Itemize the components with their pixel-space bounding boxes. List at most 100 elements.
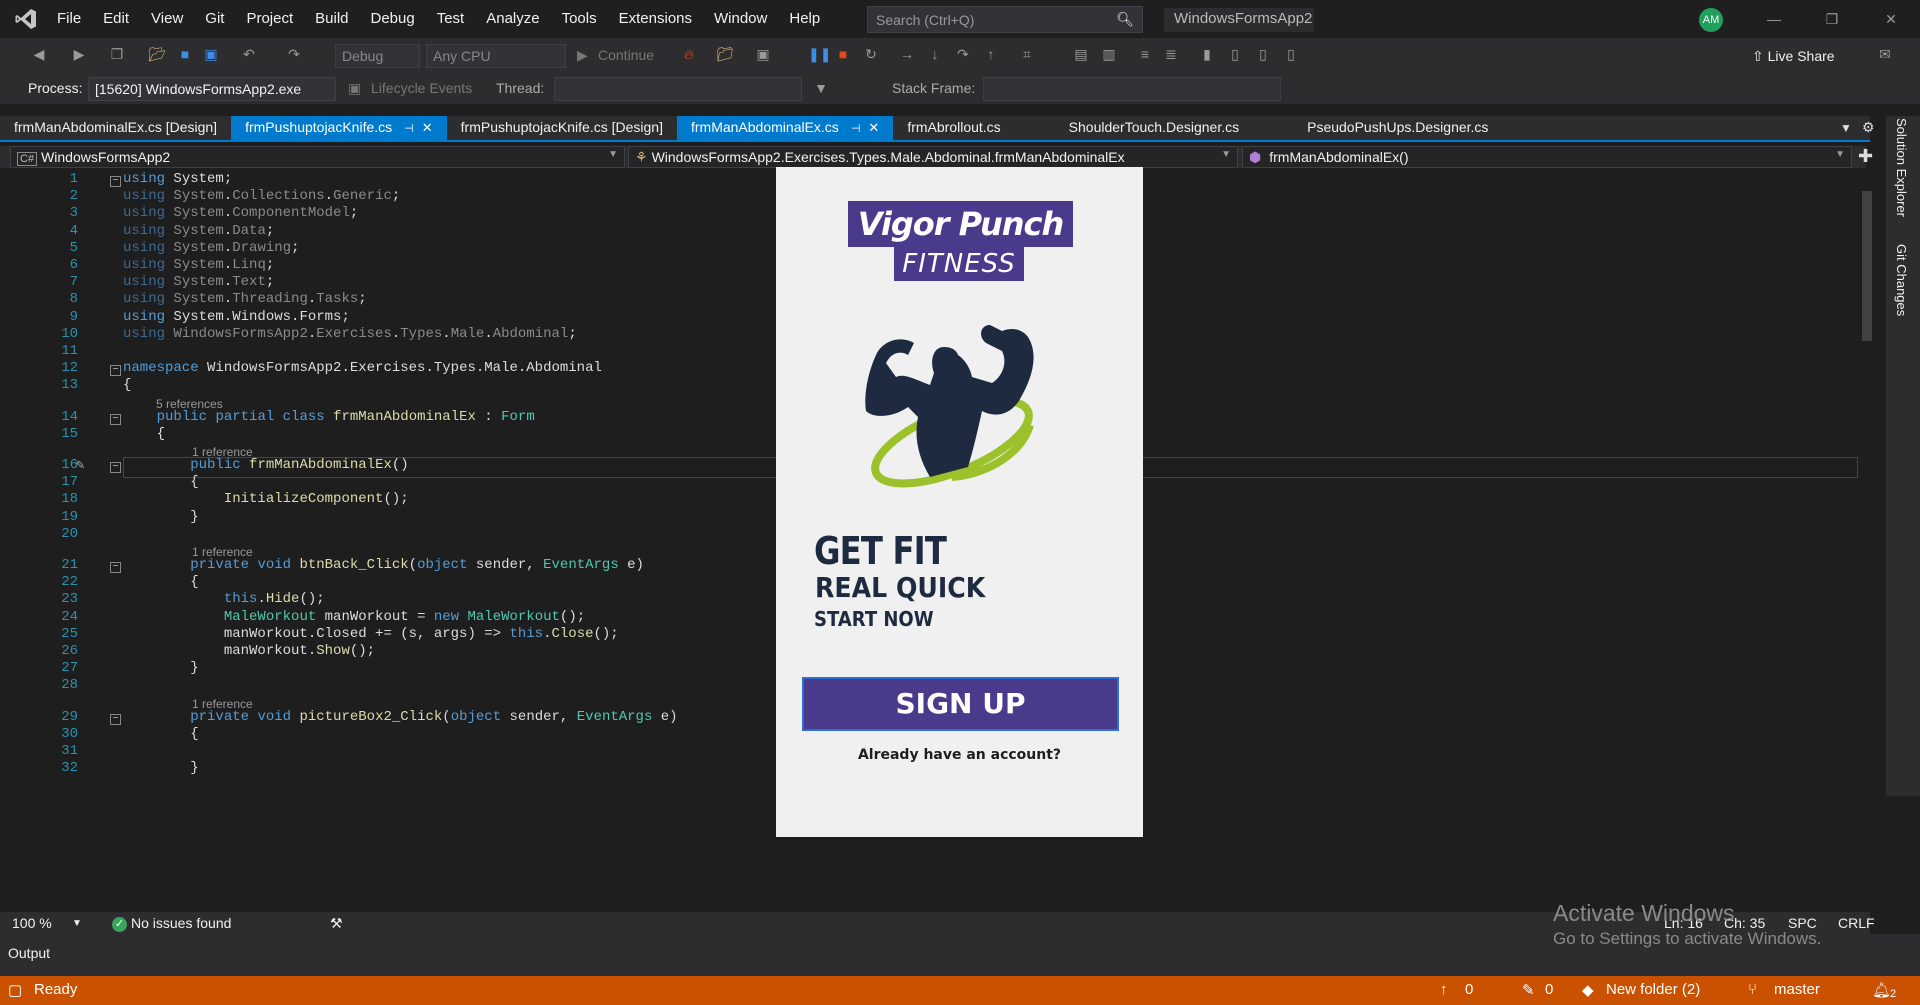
- notifications-count[interactable]: 2: [1890, 988, 1896, 1000]
- document-tab[interactable]: PseudoPushUps.Designer.cs: [1293, 116, 1502, 140]
- sign-up-button[interactable]: SIGN UP: [802, 677, 1119, 731]
- commits-count[interactable]: 0: [1465, 981, 1473, 998]
- search-input[interactable]: Search (Ctrl+Q) 🔍︎: [867, 6, 1143, 33]
- clear-bookmarks-icon[interactable]: ▯: [1282, 46, 1300, 64]
- menu-help[interactable]: Help: [778, 0, 831, 38]
- outdent-icon[interactable]: ≡: [1136, 46, 1154, 64]
- bookmark-icon[interactable]: ▮: [1198, 46, 1216, 64]
- collapse-icon[interactable]: −: [110, 413, 121, 425]
- notifications-icon[interactable]: 🔔︎: [1872, 981, 1891, 999]
- live-share-button[interactable]: ⇧ Live Share: [1752, 48, 1835, 65]
- repo-icon[interactable]: ◆: [1582, 981, 1594, 999]
- properties-icon[interactable]: ▥: [1100, 46, 1118, 64]
- back-icon[interactable]: ◀: [30, 46, 48, 64]
- play-icon[interactable]: ▶: [577, 47, 588, 64]
- chevron-down-icon[interactable]: ▼: [72, 918, 82, 929]
- prev-bookmark-icon[interactable]: ▯: [1226, 46, 1244, 64]
- scrollbar-thumb[interactable]: [1862, 191, 1872, 341]
- configuration-select[interactable]: Debug: [335, 44, 420, 68]
- menu-debug[interactable]: Debug: [360, 0, 426, 38]
- toolbox-icon[interactable]: ▤: [1072, 46, 1090, 64]
- solution-explorer-tab[interactable]: Solution Explorer: [1894, 118, 1909, 217]
- menu-build[interactable]: Build: [304, 0, 359, 38]
- pencil-icon[interactable]: ✎: [1522, 981, 1535, 999]
- document-tab[interactable]: frmManAbdominalEx.cs [Design]: [0, 116, 231, 140]
- menu-file[interactable]: File: [46, 0, 92, 38]
- collapse-icon[interactable]: −: [110, 462, 121, 473]
- stop-icon[interactable]: ■: [834, 46, 852, 64]
- redo-icon[interactable]: ↷: [285, 46, 303, 64]
- pause-icon[interactable]: ❚❚: [808, 46, 831, 64]
- project-nav-select[interactable]: C# WindowsFormsApp2 ▼: [10, 146, 625, 168]
- code-cleanup-icon[interactable]: ⚒: [330, 915, 343, 932]
- show-next-statement-icon[interactable]: →: [898, 46, 916, 64]
- vertical-scrollbar[interactable]: [1859, 169, 1875, 911]
- hex-display-icon[interactable]: ⌗: [1018, 46, 1036, 64]
- step-over-icon[interactable]: ↷: [954, 46, 972, 64]
- restore-icon[interactable]: ❐: [1803, 0, 1861, 38]
- avatar[interactable]: AM: [1699, 8, 1723, 32]
- process-select[interactable]: [15620] WindowsFormsApp2.exe: [88, 77, 336, 101]
- menu-analyze[interactable]: Analyze: [475, 0, 550, 38]
- save-all-icon[interactable]: ▣: [202, 46, 220, 64]
- browse-folder-icon[interactable]: 📁︎: [716, 46, 734, 64]
- screenshot-icon[interactable]: ▣: [754, 46, 772, 64]
- save-icon[interactable]: ■: [176, 46, 194, 64]
- restart-icon[interactable]: ↻: [862, 46, 880, 64]
- output-tab[interactable]: Output: [8, 945, 50, 961]
- close-icon[interactable]: ✕: [1862, 0, 1920, 38]
- menu-git[interactable]: Git: [194, 0, 235, 38]
- tab-overflow-icon[interactable]: ▼: [1840, 121, 1852, 135]
- visual-studio-logo-icon[interactable]: [6, 0, 46, 38]
- repository-name[interactable]: New folder (2): [1606, 981, 1700, 998]
- settings-gear-icon[interactable]: ⚙: [1862, 119, 1875, 136]
- document-tab[interactable]: frmManAbdominalEx.cs ⊣ ✕: [676, 116, 894, 140]
- line-ending-indicator[interactable]: CRLF: [1838, 915, 1875, 931]
- split-editor-icon[interactable]: ✚: [1858, 146, 1873, 167]
- menu-project[interactable]: Project: [235, 0, 304, 38]
- pin-icon[interactable]: ⊣: [851, 123, 861, 135]
- menu-view[interactable]: View: [140, 0, 194, 38]
- continue-button[interactable]: Continue: [598, 47, 654, 63]
- git-changes-tab[interactable]: Git Changes: [1894, 244, 1909, 316]
- minimize-icon[interactable]: —: [1745, 0, 1803, 38]
- search-icon[interactable]: 🔍︎: [1116, 11, 1134, 28]
- menu-window[interactable]: Window: [703, 0, 778, 38]
- issues-indicator[interactable]: ✓ No issues found: [112, 915, 231, 932]
- up-arrow-icon[interactable]: ↑: [1440, 981, 1448, 998]
- stack-frame-select[interactable]: [983, 77, 1281, 101]
- next-bookmark-icon[interactable]: ▯: [1254, 46, 1272, 64]
- menu-extensions[interactable]: Extensions: [608, 0, 703, 38]
- lifecycle-events-button[interactable]: Lifecycle Events: [371, 80, 472, 96]
- thread-select[interactable]: [554, 77, 802, 101]
- member-nav-select[interactable]: ⬢ frmManAbdominalEx() ▼: [1242, 146, 1852, 168]
- new-project-icon[interactable]: ❐: [108, 46, 126, 64]
- open-folder-icon[interactable]: 📂︎: [148, 46, 166, 64]
- pin-icon[interactable]: ⊣: [404, 123, 414, 135]
- filter-icon[interactable]: ▼: [812, 80, 830, 98]
- document-tab[interactable]: ShoulderTouch.Designer.cs: [1055, 116, 1253, 140]
- branch-name[interactable]: master: [1774, 981, 1820, 998]
- changes-count[interactable]: 0: [1545, 981, 1553, 998]
- step-into-icon[interactable]: ↓: [926, 46, 944, 64]
- type-nav-select[interactable]: ⚘ WindowsFormsApp2.Exercises.Types.Male.A…: [628, 146, 1238, 168]
- collapse-icon[interactable]: −: [110, 562, 121, 573]
- document-tab[interactable]: frmAbrollout.cs: [893, 116, 1014, 140]
- forward-icon[interactable]: ▶: [70, 46, 88, 64]
- indent-icon[interactable]: ≣: [1162, 46, 1180, 64]
- close-tab-icon[interactable]: ✕: [868, 120, 879, 135]
- undo-icon[interactable]: ↶: [240, 46, 258, 64]
- document-tab[interactable]: frmPushuptojacKnife.cs [Design]: [447, 116, 677, 140]
- lifecycle-icon[interactable]: ▣: [348, 80, 361, 97]
- menu-test[interactable]: Test: [426, 0, 476, 38]
- zoom-select[interactable]: 100 %: [12, 915, 52, 931]
- document-tab[interactable]: frmPushuptojacKnife.cs ⊣ ✕: [231, 116, 447, 140]
- platform-select[interactable]: Any CPU: [426, 44, 566, 68]
- close-tab-icon[interactable]: ✕: [422, 120, 433, 135]
- collapse-icon[interactable]: −: [110, 365, 121, 377]
- collapse-icon[interactable]: −: [110, 713, 121, 725]
- branch-icon[interactable]: ⑂: [1748, 981, 1757, 998]
- menu-edit[interactable]: Edit: [92, 0, 140, 38]
- feedback-icon[interactable]: ✉: [1876, 46, 1894, 64]
- already-have-account-link[interactable]: Already have an account?: [776, 747, 1143, 763]
